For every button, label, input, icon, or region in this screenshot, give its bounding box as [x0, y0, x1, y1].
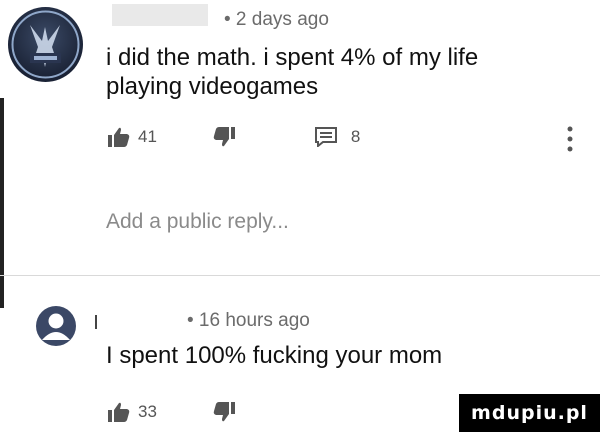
- input-underline: [0, 275, 600, 276]
- crest-avatar-icon: [11, 10, 80, 79]
- user-avatar-icon: [42, 313, 70, 340]
- reply-timestamp: • 16 hours ago: [187, 310, 310, 331]
- thread-indicator-bar: [0, 98, 4, 308]
- thumbs-up-icon[interactable]: [108, 127, 130, 147]
- comment-icon[interactable]: [314, 127, 337, 149]
- reply-like-count: 33: [138, 402, 157, 421]
- reply-input[interactable]: Add a public reply...: [106, 210, 289, 234]
- comment-timestamp: • 2 days ago: [224, 9, 329, 30]
- thumbs-down-icon[interactable]: [213, 127, 235, 147]
- reply-actions: 33: [108, 402, 235, 422]
- thread-line: [95, 315, 97, 329]
- site-watermark: mdupiu.pl: [459, 394, 600, 432]
- reply-text: I spent 100% fucking your mom: [106, 342, 443, 369]
- comment-text-line2: playing videogames: [106, 73, 319, 100]
- like-count: 41: [138, 127, 157, 146]
- comment-text-line1: i did the math. i spent 4% of my life: [106, 44, 479, 71]
- more-vertical-icon[interactable]: [566, 126, 574, 152]
- thumbs-down-icon[interactable]: [213, 402, 235, 422]
- reply-count: 8: [350, 127, 361, 146]
- thumbs-up-icon[interactable]: [108, 402, 130, 422]
- comment-actions: 41 8: [108, 127, 361, 149]
- redacted-username: [112, 4, 208, 26]
- commenter-avatar[interactable]: [8, 7, 83, 82]
- reply-avatar[interactable]: [36, 306, 76, 346]
